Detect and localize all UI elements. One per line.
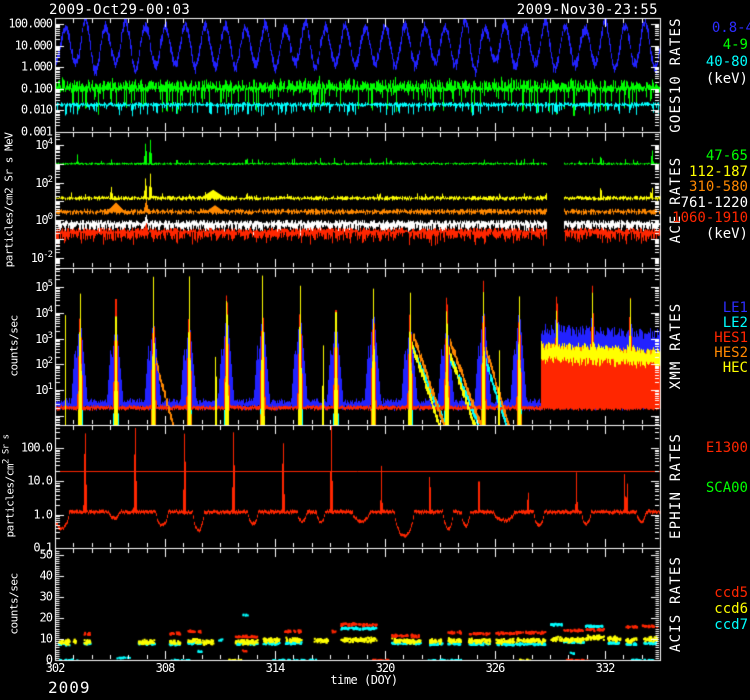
legend-310-580: 310-580 [689, 180, 748, 194]
legend-sca00: SCA00 [706, 481, 748, 495]
year-label: 2009 [48, 680, 91, 696]
y-tick-label: 0.100 [2, 82, 52, 94]
panel-title-ephin: EPHIN RATES [669, 433, 683, 539]
legend--kev-: (keV) [706, 72, 748, 86]
y-axis-unit-label-ephin: particles/cm2 Sr s [3, 435, 16, 538]
x-tick-label: 332 [596, 662, 615, 674]
legend-le1: LE1 [723, 301, 748, 315]
y-tick-label: 50 [2, 548, 52, 560]
legend-0-8-4: 0.8-4 [712, 21, 750, 35]
legend-761-1220: 761-1220 [681, 196, 748, 210]
start-date-label: 2009-Oct29-00:03 [49, 3, 190, 17]
x-tick-label: 308 [156, 662, 175, 674]
legend-ccd5: ccd5 [714, 586, 748, 600]
end-date-label: 2009-Nov30-23:55 [517, 3, 658, 17]
legend-ccd7: ccd7 [714, 618, 748, 632]
x-tick-label: 314 [266, 662, 285, 674]
panel-title-xmm: XMM RATES [669, 303, 683, 390]
radiation-environment-plot: 2009-Oct29-00:03 2009-Nov30-23:55 time (… [0, 0, 750, 700]
y-tick-label: 0.010 [2, 104, 52, 116]
panel-title-goes: GOES10 RATES [669, 17, 683, 133]
y-tick-label: 1.000 [2, 61, 52, 73]
legend-47-65: 47-65 [706, 149, 748, 163]
y-axis-unit-label-xmm: counts/sec [9, 315, 20, 376]
legend-hes2: HES2 [714, 346, 748, 360]
legend-40-80: 40-80 [706, 55, 748, 69]
legend-le2: LE2 [723, 316, 748, 330]
y-tick-label: 105 [2, 280, 52, 293]
x-tick-label: 320 [376, 662, 395, 674]
legend-e1300: E1300 [706, 441, 748, 455]
y-axis-unit-label-acis: counts/sec [9, 573, 20, 634]
legend-ccd6: ccd6 [714, 602, 748, 616]
legend-1060-1910: 1060-1910 [672, 211, 748, 225]
y-tick-label: 10.000 [2, 39, 52, 51]
y-axis-unit-label-ace: particles/cm2 Sr s MeV [4, 133, 15, 268]
panel-title-acis: ACIS RATES [669, 556, 683, 652]
x-axis-title: time (DOY) [330, 674, 397, 686]
y-tick-label: 101 [2, 383, 52, 396]
y-tick-label: 0 [2, 653, 52, 665]
legend-4-9: 4-9 [723, 38, 748, 52]
y-tick-label: 100.000 [2, 17, 52, 29]
legend--kev-: (keV) [706, 227, 748, 241]
plot-canvas [0, 0, 750, 700]
x-tick-label: 326 [486, 662, 505, 674]
legend-112-187: 112-187 [689, 165, 748, 179]
legend-hec: HEC [723, 361, 748, 375]
legend-hes1: HES1 [714, 331, 748, 345]
